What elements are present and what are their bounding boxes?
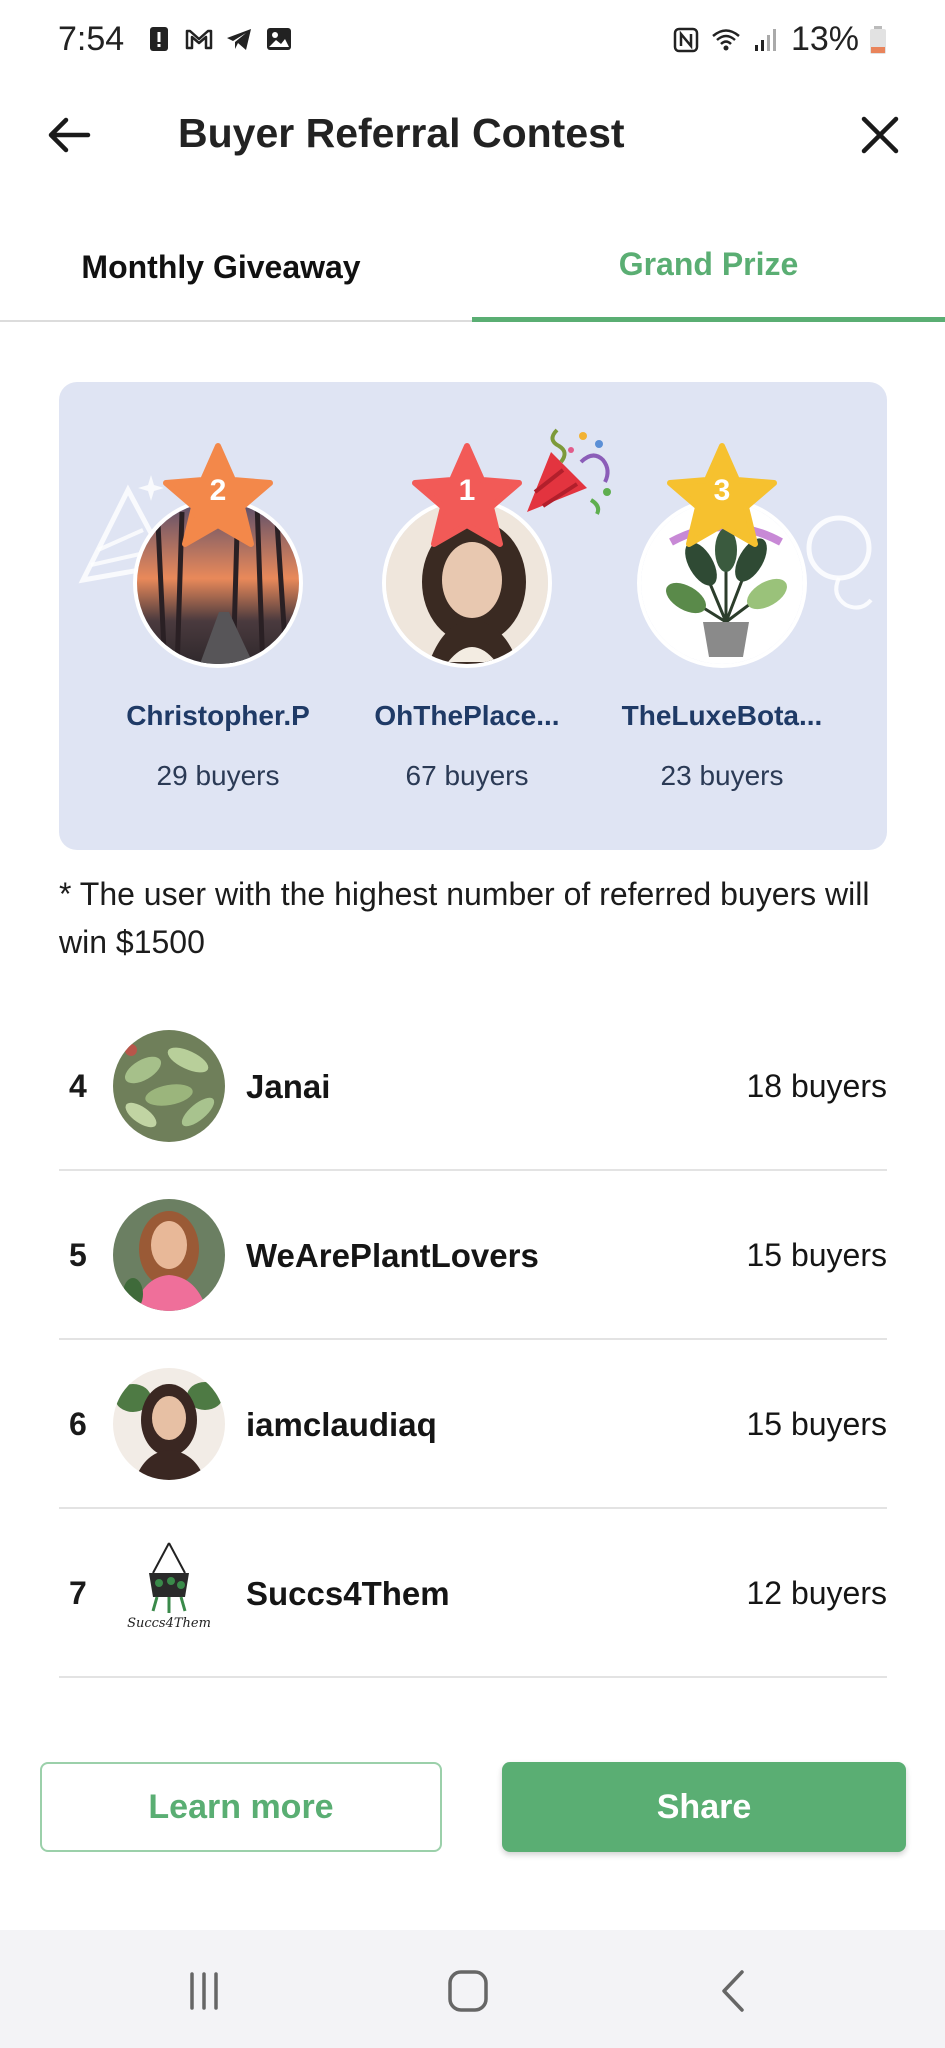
row-name: Janai bbox=[246, 1067, 331, 1105]
gmail-icon bbox=[185, 29, 213, 50]
tab-label: Monthly Giveaway bbox=[81, 248, 361, 285]
tab-grand-prize[interactable]: Grand Prize bbox=[472, 212, 945, 322]
list-item[interactable]: 4 Janai 18 buyers bbox=[59, 1002, 887, 1171]
learn-more-button[interactable]: Learn more bbox=[40, 1762, 442, 1852]
podium-name: Christopher.P bbox=[126, 700, 310, 731]
status-time: 7:54 bbox=[58, 20, 125, 58]
avatar bbox=[113, 1199, 225, 1311]
row-rank: 4 bbox=[69, 1068, 87, 1104]
system-nav-bar bbox=[0, 1930, 945, 2048]
tab-bar: Monthly Giveaway Grand Prize bbox=[0, 212, 945, 322]
list-item[interactable]: 7 Succs4Them Succs4Them 12 buyers bbox=[59, 1509, 887, 1678]
nfc-icon bbox=[673, 27, 699, 52]
portrait-photo bbox=[113, 1368, 225, 1480]
alert-icon bbox=[150, 27, 168, 51]
row-buyers: 15 buyers bbox=[746, 1406, 887, 1442]
status-bar: 7:54 13% bbox=[0, 0, 945, 84]
rank-number: 2 bbox=[209, 474, 227, 507]
back-icon[interactable] bbox=[704, 1966, 764, 2016]
share-button[interactable]: Share bbox=[502, 1762, 906, 1852]
avatar bbox=[113, 1368, 225, 1480]
notification-icons bbox=[144, 24, 294, 54]
podium-name: OhThePlace... bbox=[374, 700, 560, 731]
leaderboard-list: 4 Janai 18 buyers 5 WeArePlantLovers 15 … bbox=[59, 1002, 887, 1678]
podium-second[interactable]: 2 Christopher.P 29 buyers bbox=[98, 442, 338, 792]
podium-buyers: 67 buyers bbox=[405, 760, 529, 791]
home-icon[interactable] bbox=[438, 1966, 498, 2016]
battery-icon bbox=[870, 25, 886, 54]
avatar bbox=[113, 1030, 225, 1142]
page-title: Buyer Referral Contest bbox=[178, 110, 625, 156]
list-item[interactable]: 5 WeArePlantLovers 15 buyers bbox=[59, 1171, 887, 1340]
rank-number: 1 bbox=[458, 474, 476, 507]
podium-first[interactable]: 1 OhThePlace... 67 buyers bbox=[347, 442, 587, 792]
podium-name: TheLuxeBota... bbox=[621, 700, 823, 731]
tab-monthly-giveaway[interactable]: Monthly Giveaway bbox=[0, 212, 472, 322]
tab-label: Grand Prize bbox=[618, 246, 799, 282]
prize-note: * The user with the highest number of re… bbox=[59, 876, 870, 960]
app-bar: Buyer Referral Contest bbox=[0, 84, 945, 184]
gallery-icon bbox=[267, 28, 291, 50]
list-item[interactable]: 6 iamclaudiaq 15 buyers bbox=[59, 1340, 887, 1509]
wifi-icon bbox=[712, 28, 740, 50]
podium-buyers: 23 buyers bbox=[660, 760, 784, 791]
row-rank: 6 bbox=[69, 1406, 87, 1442]
battery-percent: 13% bbox=[790, 20, 859, 58]
plant-photo bbox=[113, 1030, 225, 1142]
signal-icon bbox=[754, 28, 776, 51]
row-name: iamclaudiaq bbox=[246, 1405, 437, 1443]
close-icon[interactable] bbox=[855, 110, 905, 160]
podium-third[interactable]: 3 TheLuxeBota... 23 buyers bbox=[602, 442, 842, 792]
row-name: WeArePlantLovers bbox=[246, 1236, 539, 1274]
portrait-photo bbox=[113, 1199, 225, 1311]
logo-text: Succs4Them bbox=[127, 1616, 211, 1631]
row-buyers: 18 buyers bbox=[746, 1068, 887, 1104]
row-buyers: 12 buyers bbox=[746, 1575, 887, 1611]
avatar: Succs4Them bbox=[113, 1537, 225, 1649]
arrow-left-icon[interactable] bbox=[44, 110, 94, 160]
recent-apps-icon[interactable] bbox=[174, 1966, 234, 2016]
telegram-icon bbox=[227, 29, 251, 50]
row-rank: 5 bbox=[69, 1237, 87, 1273]
system-icons: 13% bbox=[671, 20, 887, 59]
row-name: Succs4Them bbox=[246, 1574, 450, 1612]
row-rank: 7 bbox=[69, 1575, 87, 1611]
podium-buyers: 29 buyers bbox=[156, 760, 280, 791]
rank-number: 3 bbox=[713, 474, 731, 507]
row-buyers: 15 buyers bbox=[746, 1237, 887, 1273]
podium-card: 2 Christopher.P 29 buyers 1 OhThePlace..… bbox=[59, 382, 887, 850]
succs4them-logo: Succs4Them bbox=[127, 1542, 211, 1631]
